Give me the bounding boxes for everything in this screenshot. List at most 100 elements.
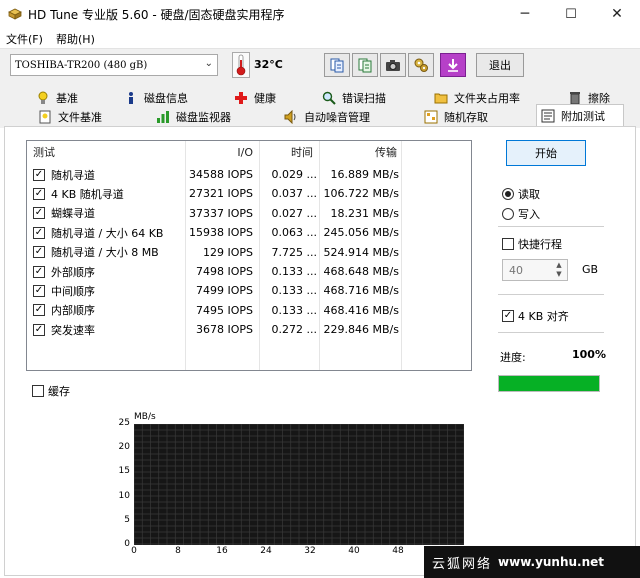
progress-label: 进度: [500,351,526,364]
tab-benchmark[interactable]: 基准 [36,88,78,107]
row-checkbox[interactable]: ✓ [33,243,45,262]
cell-test: 4 KB 随机寻道 [51,187,124,201]
tab-random-access[interactable]: 随机存取 [424,107,488,126]
tab-label: 磁盘监视器 [176,110,231,124]
tab-aam[interactable]: 自动噪音管理 [284,107,370,126]
tab-folder-usage[interactable]: 文件夹占用率 [434,88,520,107]
checkbox[interactable]: ✓ [33,304,45,317]
cell-transfer: 18.231 MB/s [330,206,399,220]
align-4kb-checkbox[interactable]: ✓ 4 KB 对齐 [502,308,569,324]
test-list: 测试 I/O 时间 传输 ✓ 随机寻道 34588 IOPS 0.029 ... 16.… [26,140,472,371]
exit-button[interactable]: 退出 [476,53,524,77]
tab-label: 健康 [254,91,276,105]
stepper-arrows[interactable]: ▲ ▼ [553,261,565,279]
divider [498,294,604,295]
table-row[interactable]: ✓ 4 KB 随机寻道 27321 IOPS 0.037 ... 106.722 MB/… [27,184,471,203]
table-row[interactable]: ✓ 外部顺序 7498 IOPS 0.133 ... 468.648 MB/s [27,262,471,281]
tab-label: 随机存取 [444,110,488,124]
cell-transfer: 468.416 MB/s [323,303,399,317]
write-radio[interactable]: 写入 [502,206,540,222]
window-title: HD Tune 专业版 5.60 - 硬盘/固态硬盘实用程序 [28,8,285,22]
save-button[interactable] [440,53,466,77]
table-row[interactable]: ✓ 随机寻道 / 大小 64 KB 15938 IOPS 0.063 ... 245.0… [27,223,471,242]
cell-io: 129 IOPS [202,245,253,259]
drive-select[interactable]: TOSHIBA-TR200 (480 gB) ⌄ [10,54,218,76]
short-stroke-size-stepper[interactable]: 40 ▲ ▼ [502,259,568,281]
screenshot-button[interactable] [380,53,406,77]
checkbox[interactable]: ✓ [33,187,45,200]
table-row[interactable]: ✓ 内部顺序 7495 IOPS 0.133 ... 468.416 MB/s [27,301,471,320]
checkbox[interactable]: ✓ [502,310,514,322]
row-checkbox[interactable]: ✓ [33,281,45,300]
maximize-button[interactable]: ☐ [548,0,594,28]
table-row[interactable]: ✓ 蝴蝶寻道 37337 IOPS 0.027 ... 18.231 MB/s [27,204,471,223]
row-checkbox[interactable]: ✓ [33,320,45,339]
trash-icon [568,91,582,105]
tab-disk-info[interactable]: 磁盘信息 [124,88,188,107]
cell-time: 0.037 ... [271,187,317,201]
cache-label: 缓存 [48,385,70,398]
tab-extra-tests[interactable]: 附加测试 [536,104,624,126]
hdtune-app-icon [8,8,22,20]
row-checkbox[interactable]: ✓ [33,204,45,223]
align-label: 4 KB 对齐 [518,310,569,323]
write-radio-circle[interactable] [502,208,514,220]
checkbox[interactable] [32,385,44,397]
checkbox[interactable]: ✓ [33,265,45,278]
cell-io: 3678 IOPS [195,323,253,337]
col-header-io[interactable]: I/O [185,141,253,163]
tab-error-scan[interactable]: 错误扫描 [322,88,386,107]
tab-disk-monitor[interactable]: 磁盘监视器 [156,107,231,126]
checkbox[interactable]: ✓ [33,246,45,259]
tab-label: 文件基准 [58,110,102,124]
row-checkbox[interactable]: ✓ [33,223,45,242]
short-stroke-checkbox[interactable]: 快捷行程 [502,236,562,252]
progress-percent: 100% [572,348,606,361]
drive-select-value: TOSHIBA-TR200 (480 gB) [15,59,148,71]
checkbox[interactable]: ✓ [33,168,45,181]
checkbox[interactable]: ✓ [33,284,45,297]
col-header-transfer[interactable]: 传输 [375,141,397,163]
checkbox[interactable]: ✓ [33,323,45,336]
cell-test: 突发速率 [51,323,95,337]
menu-help[interactable]: 帮助(H) [56,31,95,47]
copy-info-icon [330,58,344,73]
row-checkbox[interactable]: ✓ [33,262,45,281]
cell-io: 37337 IOPS [188,206,253,220]
options-button[interactable] [408,53,434,77]
menu-file[interactable]: 文件(F) [6,31,43,47]
checkbox[interactable] [502,238,514,250]
table-row[interactable]: ✓ 随机寻道 / 大小 8 MB 129 IOPS 7.725 ... 524.914 … [27,243,471,262]
copy-info-button[interactable] [324,53,350,77]
watermark: 云狐网络 www.yunhu.net [424,546,640,578]
start-button[interactable]: 开始 [506,140,586,166]
row-checkbox[interactable]: ✓ [33,301,45,320]
cell-transfer: 229.846 MB/s [323,323,399,337]
cell-io: 34588 IOPS [188,168,253,181]
cell-time: 0.063 ... [271,226,317,240]
table-row[interactable]: ✓ 突发速率 3678 IOPS 0.272 ... 229.846 MB/s [27,320,471,339]
cache-checkbox[interactable]: 缓存 [32,383,70,399]
read-radio[interactable]: 读取 [502,186,540,202]
col-header-time[interactable]: 时间 [291,141,313,163]
tab-health[interactable]: 健康 [234,88,276,107]
close-button[interactable]: ✕ [594,0,640,28]
tab-label: 基准 [56,91,78,105]
cell-io: 7499 IOPS [195,284,253,298]
checkbox[interactable]: ✓ [33,207,45,220]
tab-file-benchmark[interactable]: 文件基准 [38,107,102,126]
checkbox[interactable]: ✓ [33,226,45,239]
options-icon [414,58,428,72]
minimize-button[interactable]: ─ [502,0,548,28]
watermark-text: 云狐网络 [432,556,493,572]
row-checkbox[interactable]: ✓ [33,165,45,184]
col-header-test[interactable]: 测试 [33,141,55,163]
row-checkbox[interactable]: ✓ [33,184,45,203]
table-row[interactable]: ✓ 随机寻道 34588 IOPS 0.029 ... 16.889 MB/s [27,165,471,184]
cell-transfer: 106.722 MB/s [323,187,399,201]
read-radio-circle[interactable] [502,188,514,200]
cell-time: 0.029 ... [271,168,317,181]
tab-label: 自动噪音管理 [304,110,370,124]
table-row[interactable]: ✓ 中间顺序 7499 IOPS 0.133 ... 468.716 MB/s [27,281,471,300]
copy-text-button[interactable] [352,53,378,77]
